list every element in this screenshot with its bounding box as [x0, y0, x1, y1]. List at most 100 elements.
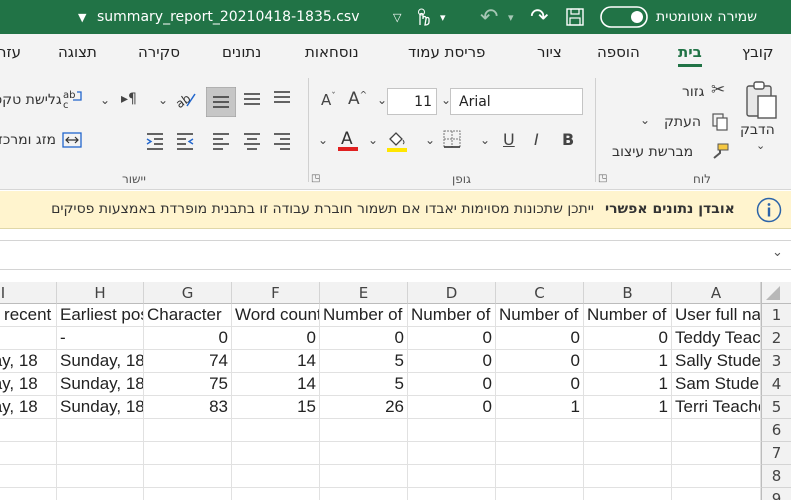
cell-i9[interactable] [0, 488, 57, 500]
cell-h5[interactable]: Sunday, 18 [57, 396, 144, 419]
cell-b5[interactable]: 1 [584, 396, 672, 419]
cell-e3[interactable]: 5 [320, 350, 408, 373]
spreadsheet-grid[interactable]: IHGFEDCBA1Latest recentEarliest postChar… [0, 282, 791, 500]
cell-d6[interactable] [408, 419, 496, 442]
cell-f4[interactable]: 14 [232, 373, 320, 396]
formula-bar[interactable]: ⌄ [0, 240, 791, 270]
cell-d8[interactable] [408, 465, 496, 488]
cell-c7[interactable] [496, 442, 584, 465]
cell-e2[interactable]: 0 [320, 327, 408, 350]
cell-i3[interactable]: Sunday, 18 [0, 350, 57, 373]
tab-page-layout[interactable]: פריסת עמוד [408, 43, 485, 61]
cell-i7[interactable] [0, 442, 57, 465]
align-center-icon[interactable] [242, 130, 262, 153]
cell-b7[interactable] [584, 442, 672, 465]
font-color-icon[interactable]: A [337, 128, 359, 155]
wrap-text-icon[interactable]: ab c [62, 88, 84, 113]
cell-g5[interactable]: 83 [144, 396, 232, 419]
undo-dropdown-icon[interactable]: ▾ [508, 0, 514, 34]
select-all-corner[interactable] [761, 282, 791, 304]
column-header-e[interactable]: E [320, 282, 408, 304]
column-header-a[interactable]: A [672, 282, 761, 304]
merge-center-label[interactable]: מזג ומרכז [0, 132, 56, 148]
save-icon[interactable] [565, 0, 585, 34]
cell-f3[interactable]: 14 [232, 350, 320, 373]
align-left-icon[interactable] [211, 130, 231, 153]
cell-a6[interactable] [672, 419, 761, 442]
row-header-4[interactable]: 4 [761, 373, 791, 396]
cell-c4[interactable]: 0 [496, 373, 584, 396]
cell-d2[interactable]: 0 [408, 327, 496, 350]
cell-c9[interactable] [496, 488, 584, 500]
borders-icon[interactable] [443, 130, 461, 151]
expand-formula-bar-icon[interactable]: ⌄ [772, 245, 783, 260]
cell-g9[interactable] [144, 488, 232, 500]
align-right-icon[interactable] [272, 130, 292, 153]
cell-c3[interactable]: 0 [496, 350, 584, 373]
orientation-icon[interactable]: ab [173, 88, 197, 113]
cell-f8[interactable] [232, 465, 320, 488]
tab-home[interactable]: בית [678, 43, 702, 67]
cell-f2[interactable]: 0 [232, 327, 320, 350]
cell-h9[interactable] [57, 488, 144, 500]
font-color-dropdown-icon[interactable]: ⌄ [318, 134, 328, 146]
cell-c6[interactable] [496, 419, 584, 442]
copy-label[interactable]: העתק [664, 114, 701, 130]
cell-e8[interactable] [320, 465, 408, 488]
fill-color-icon[interactable] [385, 128, 409, 155]
font-size-combo[interactable]: 11 [387, 88, 437, 115]
align-bottom-icon[interactable] [272, 88, 292, 111]
column-header-d[interactable]: D [408, 282, 496, 304]
cell-g3[interactable]: 74 [144, 350, 232, 373]
redo-icon[interactable]: ↷ [530, 0, 548, 34]
cell-b1[interactable]: Number of [584, 304, 672, 327]
cell-i6[interactable] [0, 419, 57, 442]
cell-d4[interactable]: 0 [408, 373, 496, 396]
undo-icon[interactable]: ↶ [480, 0, 498, 34]
decrease-indent-icon[interactable] [145, 130, 165, 153]
cell-b6[interactable] [584, 419, 672, 442]
fill-color-dropdown-icon[interactable]: ⌄ [368, 134, 378, 146]
font-name-dropdown-icon[interactable]: ⌄ [441, 94, 451, 106]
cell-f9[interactable] [232, 488, 320, 500]
tab-view[interactable]: תצוגה [58, 43, 97, 61]
cell-h6[interactable] [57, 419, 144, 442]
cell-a8[interactable] [672, 465, 761, 488]
align-middle-icon[interactable] [242, 90, 262, 113]
cell-g1[interactable]: Character [144, 304, 232, 327]
tab-insert[interactable]: הוספה [597, 43, 640, 61]
cell-f1[interactable]: Word count [232, 304, 320, 327]
cell-e1[interactable]: Number of [320, 304, 408, 327]
borders-dropdown-icon[interactable]: ⌄ [425, 134, 435, 146]
cell-c5[interactable]: 1 [496, 396, 584, 419]
file-menu-chevron-icon[interactable]: ▼ [78, 0, 86, 34]
tab-help[interactable]: עזר [0, 43, 21, 61]
cell-a5[interactable]: Terri Teacher [672, 396, 761, 419]
decrease-font-size-icon[interactable]: Aˇ [321, 93, 336, 108]
cell-b8[interactable] [584, 465, 672, 488]
increase-font-size-icon[interactable]: A^ [348, 91, 367, 108]
cell-b4[interactable]: 1 [584, 373, 672, 396]
cell-b3[interactable]: 1 [584, 350, 672, 373]
cell-i2[interactable] [0, 327, 57, 350]
format-painter-icon[interactable] [711, 142, 729, 163]
font-launcher-icon[interactable]: ◳ [311, 173, 320, 184]
row-header-8[interactable]: 8 [761, 465, 791, 488]
row-header-3[interactable]: 3 [761, 350, 791, 373]
cell-d1[interactable]: Number of [408, 304, 496, 327]
cell-g8[interactable] [144, 465, 232, 488]
copy-dropdown-icon[interactable]: ⌄ [640, 114, 650, 126]
merge-center-icon[interactable] [62, 130, 82, 153]
tab-data[interactable]: נתונים [222, 43, 261, 61]
cell-a9[interactable] [672, 488, 761, 500]
tab-formulas[interactable]: נוסחאות [305, 43, 359, 61]
cell-d7[interactable] [408, 442, 496, 465]
cell-a4[interactable]: Sam Student [672, 373, 761, 396]
cell-c8[interactable] [496, 465, 584, 488]
cell-i8[interactable] [0, 465, 57, 488]
column-header-g[interactable]: G [144, 282, 232, 304]
cell-f6[interactable] [232, 419, 320, 442]
cell-b2[interactable]: 0 [584, 327, 672, 350]
font-name-combo[interactable]: Arial [450, 88, 583, 115]
column-header-b[interactable]: B [584, 282, 672, 304]
